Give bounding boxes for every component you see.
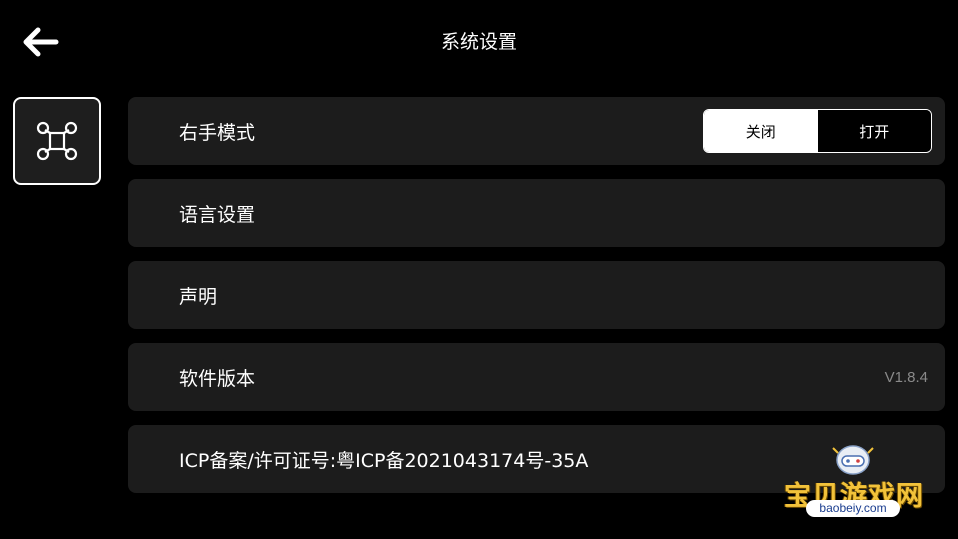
language-settings-label: 语言设置 bbox=[179, 203, 256, 226]
toggle-off-option[interactable]: 关闭 bbox=[704, 110, 818, 152]
toggle-on-option[interactable]: 打开 bbox=[817, 110, 931, 152]
right-hand-mode-toggle[interactable]: 关闭 打开 bbox=[703, 109, 932, 153]
drone-icon bbox=[36, 121, 78, 161]
software-version-label: 软件版本 bbox=[179, 367, 256, 390]
software-version-row: 软件版本 V1.8.4 bbox=[128, 343, 945, 411]
page-title: 系统设置 bbox=[440, 31, 517, 53]
gamepad-mascot-icon bbox=[832, 445, 874, 475]
language-settings-row[interactable]: 语言设置 bbox=[128, 179, 945, 247]
software-version-value: V1.8.4 bbox=[884, 368, 928, 386]
watermark-url: baobeiy.com bbox=[806, 500, 900, 517]
watermark-logo: 宝贝游戏网 baobeiy.com bbox=[782, 440, 932, 532]
right-hand-mode-label: 右手模式 bbox=[179, 121, 256, 144]
icp-label: ICP备案/许可证号:粤ICP备2021043174号-35A bbox=[179, 449, 589, 472]
statement-row[interactable]: 声明 bbox=[128, 261, 945, 329]
statement-label: 声明 bbox=[179, 285, 218, 308]
system-settings-screen: 系统设置 右手模式 关闭 打开 语言设置 声明 软件版本 V1.8.4 ICP备… bbox=[0, 0, 958, 539]
sidebar-tab-drone[interactable] bbox=[13, 97, 101, 185]
right-hand-mode-row: 右手模式 关闭 打开 bbox=[128, 97, 945, 165]
